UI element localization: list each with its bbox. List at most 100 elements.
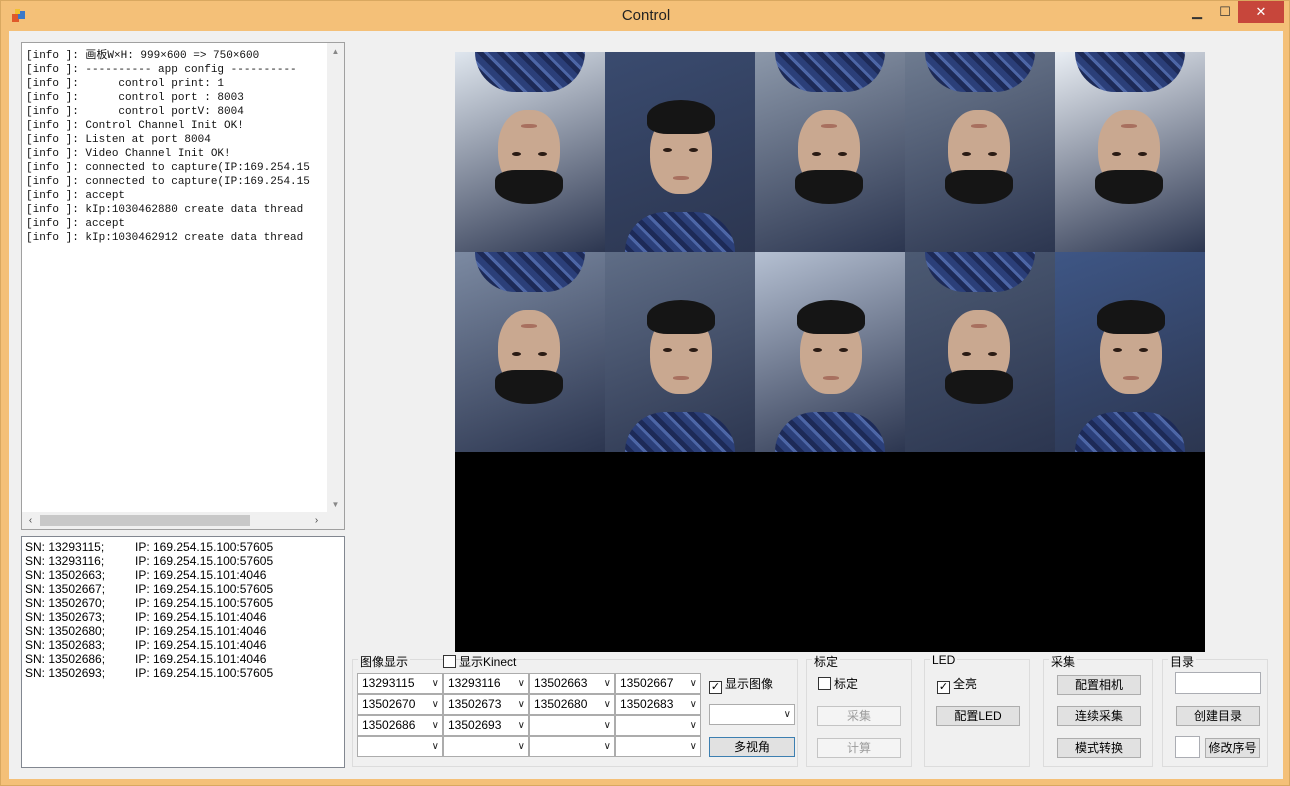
scroll-right-icon[interactable]: › [308,512,325,529]
extra-select[interactable]: ∨ [709,704,795,725]
camera-select[interactable]: 13502680 ∨ [529,694,615,715]
camera-select[interactable]: 13502673 ∨ [443,694,529,715]
log-panel[interactable]: [info ]: 画板W×H: 999×600 => 750×600 [info … [21,42,345,530]
hair-shape [1095,170,1163,204]
full-bright-label: 全亮 [953,677,978,691]
create-directory-button[interactable]: 创建目录 [1176,706,1260,726]
list-item[interactable]: SN: 13502680; IP: 169.254.15.101:4046 [25,624,344,638]
eye-shape [512,152,521,156]
chevron-down-icon: ∨ [689,741,697,752]
directory-path-input[interactable] [1175,672,1261,694]
show-kinect-label: 显示Kinect [459,655,517,669]
chevron-down-icon: ∨ [517,699,525,710]
scroll-left-icon[interactable]: ‹ [22,512,39,529]
list-item[interactable]: SN: 13502683; IP: 169.254.15.101:4046 [25,638,344,652]
camera-select[interactable]: ∨ [529,715,615,736]
list-item[interactable]: SN: 13293115; IP: 169.254.15.100:57605 [25,540,344,554]
multi-view-button[interactable]: 多视角 [709,737,795,757]
minimize-button[interactable]: ▁ [1183,1,1211,23]
camera-select-value: 13502680 [534,697,588,711]
camera-select[interactable]: 13293115 ∨ [357,673,443,694]
camera-select[interactable]: 13502686 ∨ [357,715,443,736]
scroll-up-icon[interactable]: ▲ [327,43,344,60]
camera-select[interactable]: 13502667 ∨ [615,673,701,694]
continuous-capture-button[interactable]: 连续采集 [1057,706,1141,726]
eye-shape [538,152,547,156]
maximize-button[interactable]: ☐ [1211,1,1239,23]
show-kinect-checkbox[interactable]: 显示Kinect [443,655,516,669]
device-ip: IP: 169.254.15.100:57605 [135,554,274,568]
list-item[interactable]: SN: 13502663; IP: 169.254.15.101:4046 [25,568,344,582]
list-item[interactable]: SN: 13502686; IP: 169.254.15.101:4046 [25,652,344,666]
eye-shape [663,148,672,152]
eye-shape [538,352,547,356]
mouth-shape [521,124,537,128]
camera-select[interactable]: ∨ [615,715,701,736]
camera-select[interactable]: ∨ [443,736,529,757]
camera-select[interactable]: 13502693 ∨ [443,715,529,736]
eye-shape [663,348,672,352]
log-line: [info ]: connected to capture(IP:169.254… [26,176,310,188]
eye-shape [962,152,971,156]
camera-tile [905,252,1055,452]
checkbox-icon[interactable] [443,655,456,668]
shirt-shape [1075,52,1185,92]
chevron-down-icon: ∨ [603,678,611,689]
hair-shape [1097,300,1165,334]
scroll-corner [327,512,344,529]
list-item[interactable]: SN: 13502693; IP: 169.254.15.100:57605 [25,666,344,680]
checkbox-checked-icon[interactable]: ✓ [937,681,950,694]
mouth-shape [1121,124,1137,128]
list-item[interactable]: SN: 13502673; IP: 169.254.15.101:4046 [25,610,344,624]
chevron-down-icon: ∨ [603,741,611,752]
device-ip: IP: 169.254.15.101:4046 [135,624,267,638]
shirt-shape [475,52,585,92]
config-led-button[interactable]: 配置LED [936,706,1020,726]
list-item[interactable]: SN: 13502667; IP: 169.254.15.100:57605 [25,582,344,596]
camera-select[interactable]: 13293116 ∨ [443,673,529,694]
show-image-checkbox[interactable]: ✓ 显示图像 [709,677,773,694]
list-item[interactable]: SN: 13293116; IP: 169.254.15.100:57605 [25,554,344,568]
calibration-collect-button[interactable]: 采集 [817,706,901,726]
hair-shape [945,370,1013,404]
chevron-down-icon: ∨ [431,741,439,752]
log-line: [info ]: Listen at port 8004 [26,134,211,146]
checkbox-checked-icon[interactable]: ✓ [709,681,722,694]
device-sn: SN: 13502670; [25,596,106,610]
mouth-shape [673,376,689,380]
close-button[interactable]: ✕ [1238,1,1284,23]
camera-select[interactable]: 13502670 ∨ [357,694,443,715]
camera-select[interactable]: 13502683 ∨ [615,694,701,715]
camera-select[interactable]: 13502663 ∨ [529,673,615,694]
device-list[interactable]: SN: 13293115; IP: 169.254.15.100:57605 SN:… [21,536,345,768]
camera-select[interactable]: ∨ [357,736,443,757]
horizontal-scroll-thumb[interactable] [40,515,250,526]
calibration-checkbox-label: 标定 [834,677,859,691]
calibration-compute-button[interactable]: 计算 [817,738,901,758]
log-vertical-scrollbar[interactable]: ▲ ▼ [327,43,344,513]
mouth-shape [1123,376,1139,380]
camera-view-canvas [455,52,1205,652]
checkbox-icon[interactable] [818,677,831,690]
camera-select[interactable]: ∨ [529,736,615,757]
list-item[interactable]: SN: 13502670; IP: 169.254.15.100:57605 [25,596,344,610]
eye-shape [813,348,822,352]
log-horizontal-scrollbar[interactable]: ‹ › [22,512,328,529]
scroll-down-icon[interactable]: ▼ [327,496,344,513]
log-line: [info ]: control print: 1 [26,78,225,90]
device-ip: IP: 169.254.15.101:4046 [135,610,267,624]
hair-shape [945,170,1013,204]
title-bar[interactable]: Control ▁ ☐ ✕ [1,1,1290,31]
mode-switch-button[interactable]: 模式转换 [1057,738,1141,758]
full-bright-checkbox[interactable]: ✓ 全亮 [937,677,977,694]
device-sn: SN: 13502673; [25,610,106,624]
camera-select[interactable]: ∨ [615,736,701,757]
log-text: [info ]: 画板W×H: 999×600 => 750×600 [info … [26,49,324,509]
log-line: [info ]: Control Channel Init OK! [26,120,244,132]
modify-sequence-button[interactable]: 修改序号 [1205,738,1260,758]
mouth-shape [821,124,837,128]
config-camera-button[interactable]: 配置相机 [1057,675,1141,695]
calibration-checkbox[interactable]: 标定 [818,677,858,691]
sequence-number-input[interactable] [1175,736,1200,758]
eye-shape [1112,152,1121,156]
